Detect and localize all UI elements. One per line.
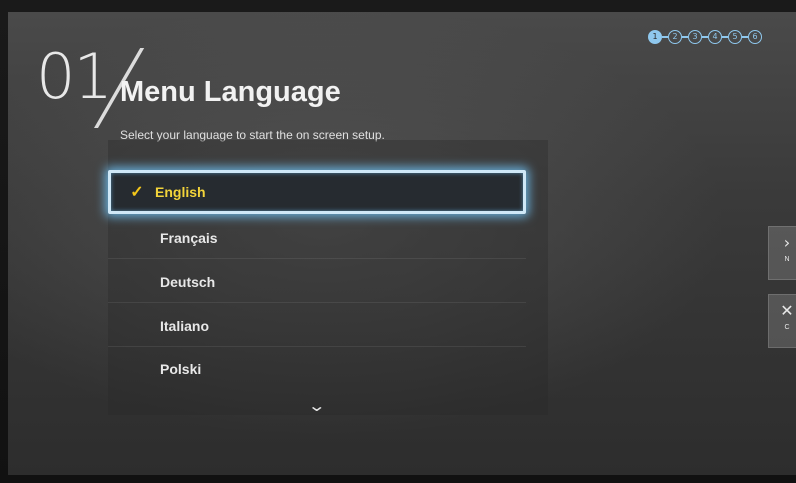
progress-step-5: 5 bbox=[728, 30, 742, 44]
checkmark-icon: ✓ bbox=[130, 184, 144, 201]
progress-step-2: 2 bbox=[668, 30, 682, 44]
language-option-deutsch[interactable]: Deutsch bbox=[108, 262, 526, 303]
page-title: Menu Language bbox=[120, 76, 341, 108]
language-label: Français bbox=[160, 230, 218, 246]
progress-step-6: 6 bbox=[748, 30, 762, 44]
tv-screen: 01 Menu Language Select your language to… bbox=[8, 12, 796, 475]
language-option-italiano[interactable]: Italiano bbox=[108, 306, 526, 347]
language-label: Deutsch bbox=[160, 274, 216, 290]
progress-step-3: 3 bbox=[688, 30, 702, 44]
language-option-francais[interactable]: Français bbox=[108, 218, 526, 259]
language-label: English bbox=[155, 184, 206, 200]
language-label: Italiano bbox=[160, 318, 210, 334]
progress-step-1: 1 bbox=[648, 30, 662, 44]
setup-progress: 1 2 3 4 5 6 bbox=[648, 30, 762, 44]
language-label: Polski bbox=[160, 361, 202, 377]
language-option-english[interactable]: ✓ English bbox=[108, 170, 526, 214]
step-number: 01 bbox=[36, 40, 113, 113]
progress-step-4: 4 bbox=[708, 30, 722, 44]
arrow-right-icon: › bbox=[783, 233, 791, 252]
cancel-button[interactable]: ✕ C bbox=[768, 294, 796, 348]
language-option-polski[interactable]: Polski bbox=[108, 349, 526, 389]
chevron-down-icon[interactable]: ⌄ bbox=[307, 396, 326, 415]
close-icon: ✕ bbox=[780, 301, 794, 320]
next-button[interactable]: › N bbox=[768, 226, 796, 280]
